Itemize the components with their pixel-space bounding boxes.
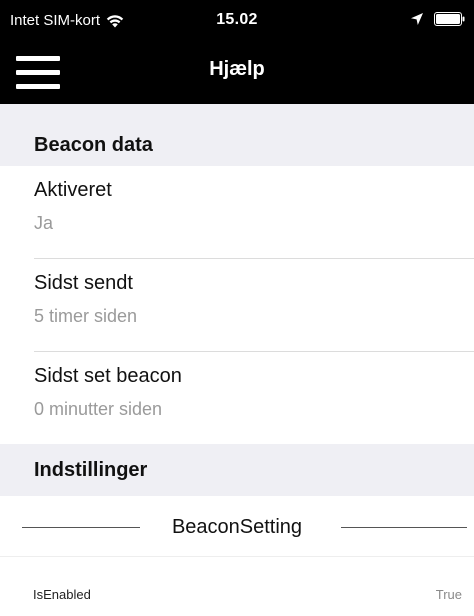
- page-title: Hjælp: [209, 58, 265, 80]
- location-arrow-icon: [411, 13, 423, 25]
- list-item-sidst-sendt: Sidst sendt 5 timer siden: [0, 259, 474, 352]
- group-title: BeaconSetting: [171, 515, 303, 538]
- status-time: 15.02: [216, 11, 258, 28]
- hamburger-menu-icon-bar: [16, 83, 60, 89]
- section-header-beacon-data: Beacon data: [0, 104, 474, 166]
- list-item-aktiveret: Aktiveret Ja: [0, 166, 474, 259]
- list-item-sidst-set-beacon: Sidst set beacon 0 minutter siden: [0, 352, 474, 444]
- list-item-value: 5 timer siden: [34, 306, 138, 326]
- status-bar: Intet SIM-kort 15.02: [0, 0, 474, 40]
- setting-row-isenabled: IsEnabled True: [0, 557, 474, 616]
- group-title-divider: BeaconSetting: [0, 496, 474, 556]
- list-item-value: Ja: [34, 213, 54, 233]
- list-item-title: Aktiveret: [34, 179, 112, 201]
- battery-icon: [434, 12, 465, 26]
- setting-value: True: [435, 587, 462, 602]
- section-header-indstillinger: Indstillinger: [0, 444, 474, 496]
- status-indicators: [410, 12, 466, 26]
- section-header-label: Beacon data: [34, 133, 153, 156]
- top-bar: Intet SIM-kort 15.02 Hjælp: [0, 0, 474, 104]
- list-item-title: Sidst sendt: [34, 272, 133, 294]
- setting-key: IsEnabled: [33, 587, 91, 602]
- list-item-title: Sidst set beacon: [34, 365, 182, 387]
- app-screen: Intet SIM-kort 15.02 Hjælp Beacon data A…: [0, 0, 474, 616]
- divider-line-left: [22, 527, 140, 528]
- list-item-value: 0 minutter siden: [34, 399, 163, 419]
- navigation-bar: Hjælp: [0, 40, 474, 104]
- section-header-label: Indstillinger: [34, 458, 148, 481]
- divider-line-right: [341, 527, 467, 528]
